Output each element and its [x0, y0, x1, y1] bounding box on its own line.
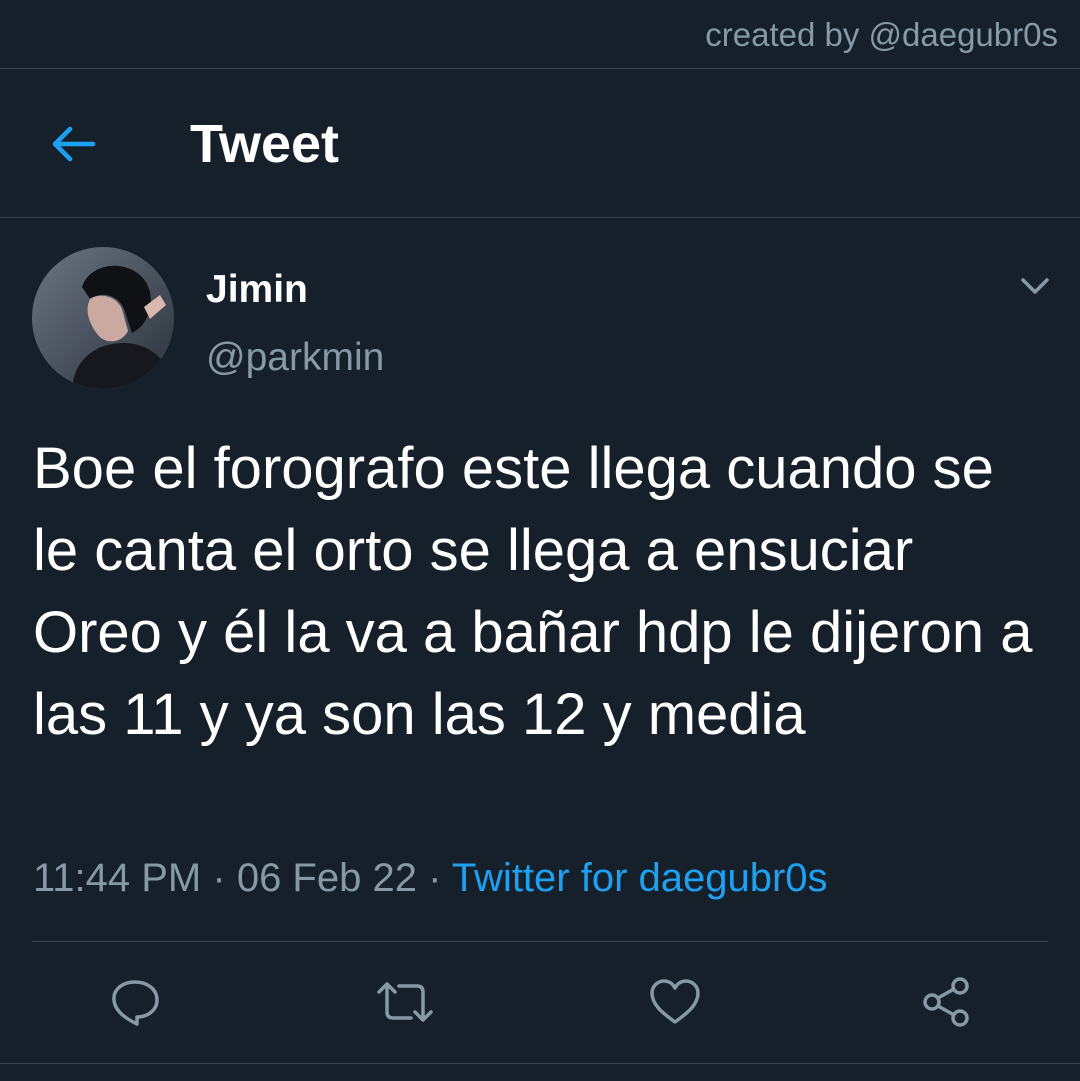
- display-name[interactable]: Jimin: [206, 268, 308, 312]
- tweet-date: 06 Feb 22: [236, 856, 417, 900]
- tweet-text: Boe el forografo este llega cuando se le…: [33, 436, 1033, 747]
- reply-icon[interactable]: [107, 974, 163, 1030]
- meta-separator: ·: [428, 856, 442, 900]
- divider: [32, 941, 1048, 942]
- header: Tweet: [0, 69, 1080, 218]
- tweet-time: 11:44 PM: [33, 856, 202, 900]
- arrow-left-icon[interactable]: [48, 119, 98, 169]
- avatar[interactable]: [32, 247, 174, 389]
- chevron-down-icon[interactable]: [1015, 268, 1055, 304]
- action-bar: [0, 960, 1080, 1050]
- credit-text: created by @daegubr0s: [705, 16, 1058, 53]
- user-handle[interactable]: @parkmin: [206, 336, 384, 380]
- retweet-icon[interactable]: [373, 974, 433, 1030]
- page-title: Tweet: [190, 114, 340, 174]
- tweet-source-link[interactable]: Twitter for daegubr0s: [452, 856, 828, 900]
- like-icon[interactable]: [647, 974, 703, 1030]
- divider: [0, 1063, 1080, 1064]
- tweet-screen: created by @daegubr0s Tweet Jimin @parkm…: [0, 0, 1080, 1081]
- meta-separator: ·: [212, 856, 226, 900]
- share-icon[interactable]: [918, 974, 974, 1030]
- tweet-meta: 11:44 PM · 06 Feb 22 · Twitter for daegu…: [33, 856, 828, 901]
- credit-bar: created by @daegubr0s: [0, 0, 1080, 69]
